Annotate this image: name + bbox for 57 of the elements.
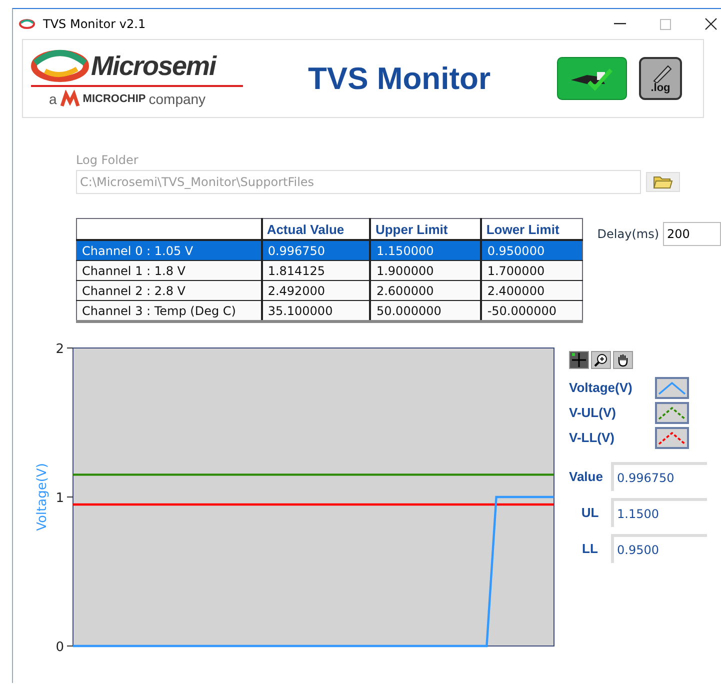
plot-style-button[interactable] [655, 426, 689, 448]
y-axis-label: Voltage(V) [35, 463, 50, 531]
readout-label: LL [581, 541, 599, 556]
field-label: Log Folder [76, 153, 140, 167]
legend-label: V-LL(V) [569, 430, 616, 445]
tagline-brand: MICROCHIP [82, 93, 146, 105]
run-button[interactable] [557, 57, 627, 100]
legend-label: Voltage(V) [569, 380, 634, 395]
readout-field[interactable]: 0.9500 [611, 534, 707, 563]
table-row[interactable]: Channel 3 : Temp (Deg C) 35.100000 50.000000 -50.000000 [76, 300, 583, 322]
y-tick-label: 0 [56, 640, 64, 655]
table-cell: Channel 1 : 1.8 V [76, 260, 262, 280]
pan-tool-button[interactable] [613, 351, 633, 369]
table-cell: -50.000000 [481, 300, 583, 322]
window-title: TVS Monitor v2.1 [43, 17, 146, 31]
app-icon [19, 19, 35, 29]
table-cell: 35.100000 [262, 300, 370, 322]
app-title: TVS Monitor [308, 60, 492, 96]
tagline-text: a [49, 91, 57, 107]
microchip-logo-icon [60, 90, 80, 108]
tagline-text: company [148, 91, 206, 107]
minimize-icon[interactable] [614, 23, 626, 25]
table-cell: 2.600000 [370, 280, 482, 300]
table-cell: Channel 2 : 2.8 V [76, 280, 262, 300]
zoom-tool-button[interactable] [591, 351, 611, 369]
y-tick-label: 2 [56, 342, 64, 357]
browse-button[interactable] [646, 172, 680, 192]
table-cell: 1.700000 [481, 260, 583, 280]
table-cell: Channel 3 : Temp (Deg C) [76, 300, 262, 322]
cursor-tool-button[interactable] [569, 351, 589, 369]
swoosh-logo-icon [31, 49, 89, 83]
table-row[interactable]: Channel 1 : 1.8 V 1.814125 1.900000 1.700000 [76, 260, 583, 280]
legend-label: V-UL(V) [569, 405, 617, 420]
table-cell: 50.000000 [370, 300, 482, 322]
delay-field[interactable]: 200 [663, 222, 721, 246]
log-button[interactable]: .log [639, 57, 682, 100]
plot-style-button[interactable] [655, 402, 689, 424]
readout-field[interactable]: 1.1500 [611, 498, 707, 527]
readout-field[interactable]: 0.996750 [611, 462, 707, 491]
table-row[interactable]: Channel 2 : 2.8 V 2.492000 2.600000 2.400000 [76, 280, 583, 300]
hand-icon [616, 353, 630, 367]
crosshair-icon [572, 353, 586, 367]
table-cell: 0.950000 [481, 240, 583, 260]
table-cell: 1.900000 [370, 260, 482, 280]
table-cell: 2.492000 [262, 280, 370, 300]
brand-name: Microsemi [91, 50, 216, 82]
close-icon[interactable] [705, 18, 717, 30]
plot-style-button[interactable] [655, 376, 689, 398]
table-cell: Channel 0 : 1.05 V [76, 240, 262, 260]
readout-label: UL [580, 505, 600, 520]
folder-icon [653, 175, 673, 189]
table-cell: 2.400000 [481, 280, 583, 300]
table-cell: 1.814125 [262, 260, 370, 280]
delay-label: Delay(ms) [597, 227, 659, 241]
readout-label: Value [569, 469, 604, 484]
y-tick-label: 1 [56, 491, 64, 506]
zoom-icon [594, 353, 608, 367]
